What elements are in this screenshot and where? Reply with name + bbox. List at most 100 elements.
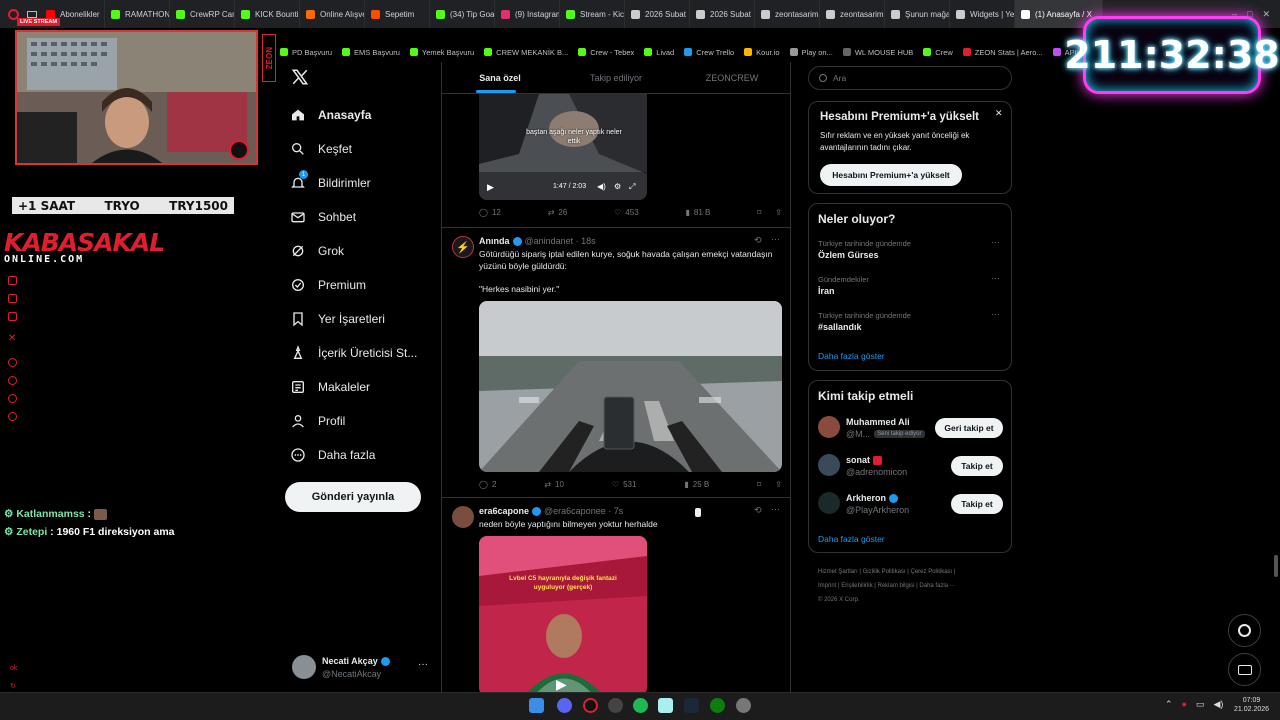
- sidebar-item-profile[interactable]: Profil: [290, 404, 440, 438]
- grok-icon[interactable]: ⟲: [754, 235, 762, 246]
- bookmark-item[interactable]: Crew Trello: [684, 48, 734, 57]
- browser-tab[interactable]: Stream - Kick: [560, 0, 625, 28]
- discord-icon[interactable]: [557, 698, 572, 713]
- mail-icon[interactable]: [27, 10, 37, 18]
- sidebar-item-article[interactable]: Makaleler: [290, 370, 440, 404]
- sidebar-item-search[interactable]: Keşfet: [290, 132, 440, 166]
- footer-link[interactable]: Erişilebilirlik: [841, 583, 872, 589]
- bookmark-button[interactable]: ⌑ ⇪: [757, 480, 782, 489]
- windows-start-icon[interactable]: [529, 698, 544, 713]
- show-more-trends-link[interactable]: Daha fazla göster: [818, 351, 885, 361]
- xbox-icon[interactable]: [710, 698, 725, 713]
- close-icon[interactable]: ✕: [995, 108, 1003, 119]
- bookmark-item[interactable]: Livad: [644, 48, 674, 57]
- footer-link[interactable]: Daha fazla ···: [919, 583, 955, 589]
- scrollbar[interactable]: [1274, 555, 1278, 577]
- follow-button[interactable]: Takip et: [951, 494, 1003, 514]
- more-icon[interactable]: ···: [991, 273, 1000, 283]
- more-icon[interactable]: ···: [771, 504, 780, 514]
- trend-topic[interactable]: İran: [818, 286, 835, 296]
- app-icon[interactable]: [658, 698, 673, 713]
- volume-icon[interactable]: ◀): [1214, 699, 1224, 710]
- clock[interactable]: 07:09 21.02.2026: [1234, 696, 1269, 714]
- messages-floating-button[interactable]: [1228, 653, 1261, 686]
- browser-tab[interactable]: (34) Tip Goal: [430, 0, 495, 28]
- like-button[interactable]: ♡ 453: [614, 208, 639, 217]
- sidebar-item-creator[interactable]: İçerik Üreticisi St...: [290, 336, 440, 370]
- views-button[interactable]: ▮ 25 B: [684, 480, 709, 489]
- suggested-account-name[interactable]: Arkheron: [846, 493, 886, 503]
- reply-button[interactable]: ◯ 2: [479, 480, 496, 489]
- browser-tab[interactable]: Sepetim: [365, 0, 430, 28]
- tab-for-you[interactable]: Sana özel: [442, 62, 558, 93]
- browser-tab[interactable]: 2026 Subat: [625, 0, 690, 28]
- more-icon[interactable]: ···: [991, 237, 1000, 247]
- sidebar-item-home[interactable]: Anasayfa: [290, 98, 440, 132]
- avatar[interactable]: ⚡: [452, 236, 474, 258]
- bookmark-button[interactable]: ⌑ ⇪: [757, 208, 782, 217]
- avatar[interactable]: [818, 454, 840, 476]
- trend-topic[interactable]: Özlem Gürses: [818, 250, 879, 260]
- suggested-account-name[interactable]: sonat: [846, 455, 870, 465]
- trend-topic[interactable]: #sallandık: [818, 322, 862, 332]
- more-icon[interactable]: ···: [418, 659, 428, 670]
- fullscreen-icon[interactable]: ⤢: [629, 182, 635, 192]
- tweet[interactable]: ⚡ Anında @anindanet · 18s ⟲ ··· Götürdüğ…: [442, 228, 790, 498]
- avatar[interactable]: [452, 506, 474, 528]
- bookmark-item[interactable]: EMS Başvuru: [342, 48, 400, 57]
- sidebar-item-more[interactable]: Daha fazla: [290, 438, 440, 472]
- views-button[interactable]: ▮ 81 B: [685, 208, 710, 217]
- sidebar-item-grok[interactable]: Grok: [290, 234, 440, 268]
- follow-button[interactable]: Takip et: [951, 456, 1003, 476]
- tweet-author[interactable]: era6capone: [479, 506, 529, 516]
- show-more-follow-link[interactable]: Daha fazla göster: [818, 534, 885, 544]
- like-button[interactable]: ♡ 531: [612, 480, 637, 489]
- close-window-icon[interactable]: ✕: [1262, 9, 1270, 20]
- tab-following[interactable]: Takip ediliyor: [558, 62, 674, 93]
- bookmark-item[interactable]: Crew - Tebex: [578, 48, 634, 57]
- grok-floating-button[interactable]: [1228, 614, 1261, 647]
- browser-tab[interactable]: (9) Instagram: [495, 0, 560, 28]
- tweet-author[interactable]: Anında: [479, 236, 510, 246]
- spotify-icon[interactable]: [633, 698, 648, 713]
- bookmark-item[interactable]: Play on...: [789, 48, 833, 57]
- obs-icon[interactable]: [608, 698, 623, 713]
- opera-icon[interactable]: [583, 698, 598, 713]
- tab-zeoncrew[interactable]: ZEONCREW: [674, 62, 790, 93]
- sidebar-item-bell[interactable]: 1 Bildirimler: [290, 166, 440, 200]
- browser-tab[interactable]: KICK Bountie: [235, 0, 300, 28]
- network-icon[interactable]: ▭: [1196, 699, 1205, 710]
- play-icon[interactable]: ▶: [556, 676, 567, 692]
- more-icon[interactable]: ···: [991, 309, 1000, 319]
- share-icon[interactable]: ⇪: [775, 480, 782, 489]
- avatar[interactable]: [818, 416, 840, 438]
- sidebar-item-x-premium[interactable]: Premium: [290, 268, 440, 302]
- tweet[interactable]: baştan aşağı neler yaptık neler ettik ▶ …: [442, 94, 790, 228]
- settings-icon[interactable]: [736, 698, 751, 713]
- tweet-video[interactable]: [479, 301, 782, 472]
- footer-link[interactable]: Çerez Politikası: [911, 569, 953, 575]
- follow-button[interactable]: Geri takip et: [935, 418, 1003, 438]
- bookmark-item[interactable]: PD Başvuru: [280, 48, 332, 57]
- footer-link[interactable]: Hizmet Şartları: [818, 569, 858, 575]
- volume-icon[interactable]: ◀): [597, 182, 606, 191]
- settings-icon[interactable]: ⚙: [614, 182, 621, 191]
- sidebar-item-mail[interactable]: Sohbet: [290, 200, 440, 234]
- grok-icon[interactable]: ⟲: [754, 505, 762, 516]
- browser-tab[interactable]: Şunun mağa: [885, 0, 950, 28]
- post-button[interactable]: Gönderi yayınla: [285, 482, 421, 512]
- footer-link[interactable]: Imprint: [818, 583, 836, 589]
- more-icon[interactable]: ···: [771, 234, 780, 244]
- suggested-account-name[interactable]: Muhammed Ali: [846, 417, 910, 427]
- footer-link[interactable]: Reklam bilgisi: [878, 583, 915, 589]
- bookmark-item[interactable]: Crew: [923, 48, 953, 57]
- avatar[interactable]: [818, 492, 840, 514]
- browser-tab[interactable]: CrewRP Car: [170, 0, 235, 28]
- repost-button[interactable]: ⇄ 26: [548, 208, 568, 217]
- bookmark-item[interactable]: Yemek Başvuru: [409, 48, 474, 57]
- steam-icon[interactable]: [684, 698, 699, 713]
- footer-link[interactable]: Gizlilik Politikası: [863, 569, 906, 575]
- chevron-up-icon[interactable]: ⌃: [1165, 699, 1173, 710]
- account-switcher[interactable]: Necati Akçay @NecatiAkcay ···: [292, 655, 437, 683]
- bookmark-item[interactable]: WL MOUSE HUB: [842, 48, 913, 57]
